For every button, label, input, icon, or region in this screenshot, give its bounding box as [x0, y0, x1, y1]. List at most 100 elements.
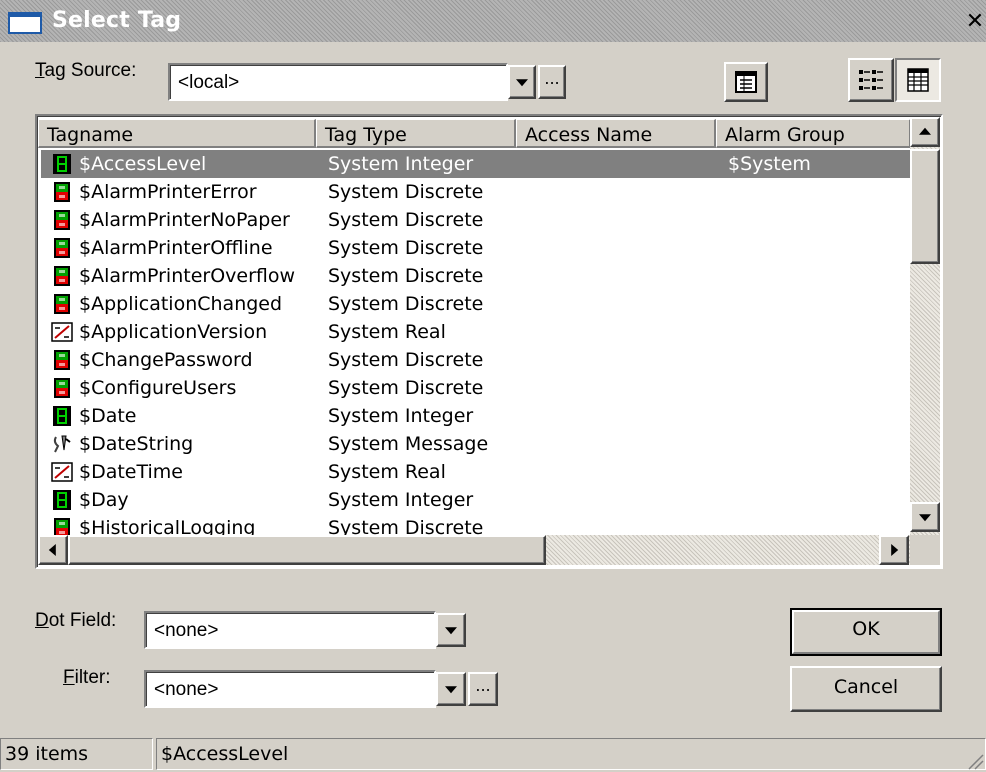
horizontal-scrollbar[interactable]	[38, 535, 910, 565]
discrete-tag-icon	[54, 378, 70, 398]
tag-type-cell: System Discrete	[328, 293, 484, 315]
filter-value: <none>	[154, 679, 219, 700]
discrete-tag-icon	[54, 238, 70, 258]
tagname-cell: $DateTime	[79, 461, 183, 483]
table-row[interactable]: $DateTime System Real	[41, 458, 913, 486]
arrow-left-icon	[48, 544, 56, 556]
cancel-label: Cancel	[833, 676, 899, 698]
tag-type-cell: System Discrete	[328, 265, 484, 287]
tagname-cell: $AlarmPrinterNoPaper	[79, 209, 290, 231]
filter-browse-button[interactable]: ...	[468, 672, 498, 706]
details-view-button[interactable]	[724, 62, 768, 102]
tag-type-cell: System Discrete	[328, 349, 484, 371]
filter-combo[interactable]: <none>	[144, 670, 436, 708]
cancel-button[interactable]: Cancel	[790, 666, 942, 712]
chevron-down-icon	[516, 79, 528, 87]
tagname-cell: $ApplicationChanged	[79, 293, 283, 315]
tag-type-cell: System Integer	[328, 405, 474, 427]
tagname-cell: $Day	[79, 489, 129, 511]
scroll-up-button[interactable]	[910, 117, 940, 147]
tag-source-value: <local>	[178, 72, 240, 93]
discrete-tag-icon	[54, 182, 70, 202]
table-row[interactable]: $ChangePassword System Discrete	[41, 346, 913, 374]
tagname-cell: $AccessLevel	[79, 153, 207, 175]
tag-source-label: Tag Source:	[35, 60, 137, 81]
tagname-cell: $ApplicationVersion	[79, 321, 268, 343]
tag-properties-icon	[735, 71, 757, 93]
integer-tag-icon	[53, 154, 71, 174]
table-row[interactable]: $AlarmPrinterOffline System Discrete	[41, 234, 913, 262]
message-tag-icon	[53, 435, 71, 453]
tag-type-cell: System Discrete	[328, 181, 484, 203]
table-row[interactable]: $AlarmPrinterOverflow System Discrete	[41, 262, 913, 290]
tag-type-cell: System Discrete	[328, 209, 484, 231]
real-tag-icon	[51, 322, 73, 342]
window-icon	[8, 12, 42, 34]
ok-label: OK	[852, 618, 880, 640]
detail-grid-view-button[interactable]	[895, 58, 941, 102]
tag-type-cell: System Integer	[328, 153, 474, 175]
table-row[interactable]: $AlarmPrinterError System Discrete	[41, 178, 913, 206]
tagname-cell: $AlarmPrinterError	[79, 181, 257, 203]
tag-type-cell: System Discrete	[328, 377, 484, 399]
dot-field-dropdown-button[interactable]	[436, 613, 466, 647]
scroll-right-button[interactable]	[879, 535, 909, 565]
tagname-cell: $Date	[79, 405, 137, 427]
integer-tag-icon	[53, 406, 71, 426]
dot-field-value: <none>	[154, 620, 219, 641]
window-title: Select Tag	[52, 8, 182, 33]
tag-type-cell: System Discrete	[328, 237, 484, 259]
vertical-scroll-thumb[interactable]	[910, 149, 940, 264]
horizontal-scroll-thumb[interactable]	[68, 535, 546, 565]
table-row[interactable]: $DateString System Message	[41, 430, 913, 458]
scroll-left-button[interactable]	[38, 535, 68, 565]
discrete-tag-icon	[54, 294, 70, 314]
table-row[interactable]: $Day System Integer	[41, 486, 913, 514]
table-row[interactable]: $ConfigureUsers System Discrete	[41, 374, 913, 402]
tagname-cell: $DateString	[79, 433, 194, 455]
arrow-right-icon	[891, 544, 899, 556]
status-selected-tag: $AccessLevel	[156, 738, 986, 770]
table-row[interactable]: $ApplicationChanged System Discrete	[41, 290, 913, 318]
close-button[interactable]: ✕	[963, 11, 986, 35]
tag-type-cell: System Integer	[328, 489, 474, 511]
tag-source-browse-button[interactable]: ...	[538, 65, 566, 99]
column-header-tagname[interactable]: Tagname	[38, 119, 316, 148]
table-row[interactable]: $AccessLevel System Integer $System	[41, 150, 913, 178]
dot-field-label: Dot Field:	[35, 610, 117, 631]
ok-button[interactable]: OK	[790, 608, 942, 656]
tag-source-combo[interactable]: <local>	[168, 63, 508, 101]
arrow-up-icon	[919, 127, 931, 135]
scrollbar-corner	[910, 535, 940, 565]
discrete-tag-icon	[54, 266, 70, 286]
alarm-group-cell: $System	[728, 153, 811, 175]
column-header-access-name[interactable]: Access Name	[516, 119, 716, 148]
scroll-down-button[interactable]	[910, 502, 940, 532]
discrete-tag-icon	[54, 350, 70, 370]
tag-list[interactable]: Tagname Tag Type Access Name Alarm Group…	[35, 114, 943, 569]
dot-field-combo[interactable]: <none>	[144, 611, 436, 649]
table-row[interactable]: $AlarmPrinterNoPaper System Discrete	[41, 206, 913, 234]
tag-type-cell: System Real	[328, 461, 446, 483]
chevron-down-icon	[445, 627, 457, 635]
list-view-button[interactable]	[848, 58, 894, 102]
discrete-tag-icon	[54, 210, 70, 230]
resize-grip-icon[interactable]	[964, 750, 984, 770]
tag-type-cell: System Real	[328, 321, 446, 343]
integer-tag-icon	[53, 490, 71, 510]
list-view-icon	[859, 70, 883, 90]
table-row[interactable]: $ApplicationVersion System Real	[41, 318, 913, 346]
status-item-count: 39 items	[0, 738, 153, 770]
tagname-cell: $ChangePassword	[79, 349, 253, 371]
filter-dropdown-button[interactable]	[436, 672, 466, 706]
arrow-down-icon	[919, 514, 931, 522]
tagname-cell: $AlarmPrinterOverflow	[79, 265, 296, 287]
table-row[interactable]: $Date System Integer	[41, 402, 913, 430]
tag-source-dropdown-button[interactable]	[508, 65, 536, 99]
real-tag-icon	[51, 462, 73, 482]
filter-label: Filter:	[63, 667, 111, 688]
vertical-scrollbar[interactable]	[910, 117, 940, 535]
tagname-cell: $AlarmPrinterOffline	[79, 237, 273, 259]
column-header-tag-type[interactable]: Tag Type	[316, 119, 516, 148]
column-header-alarm-group[interactable]: Alarm Group	[716, 119, 911, 148]
